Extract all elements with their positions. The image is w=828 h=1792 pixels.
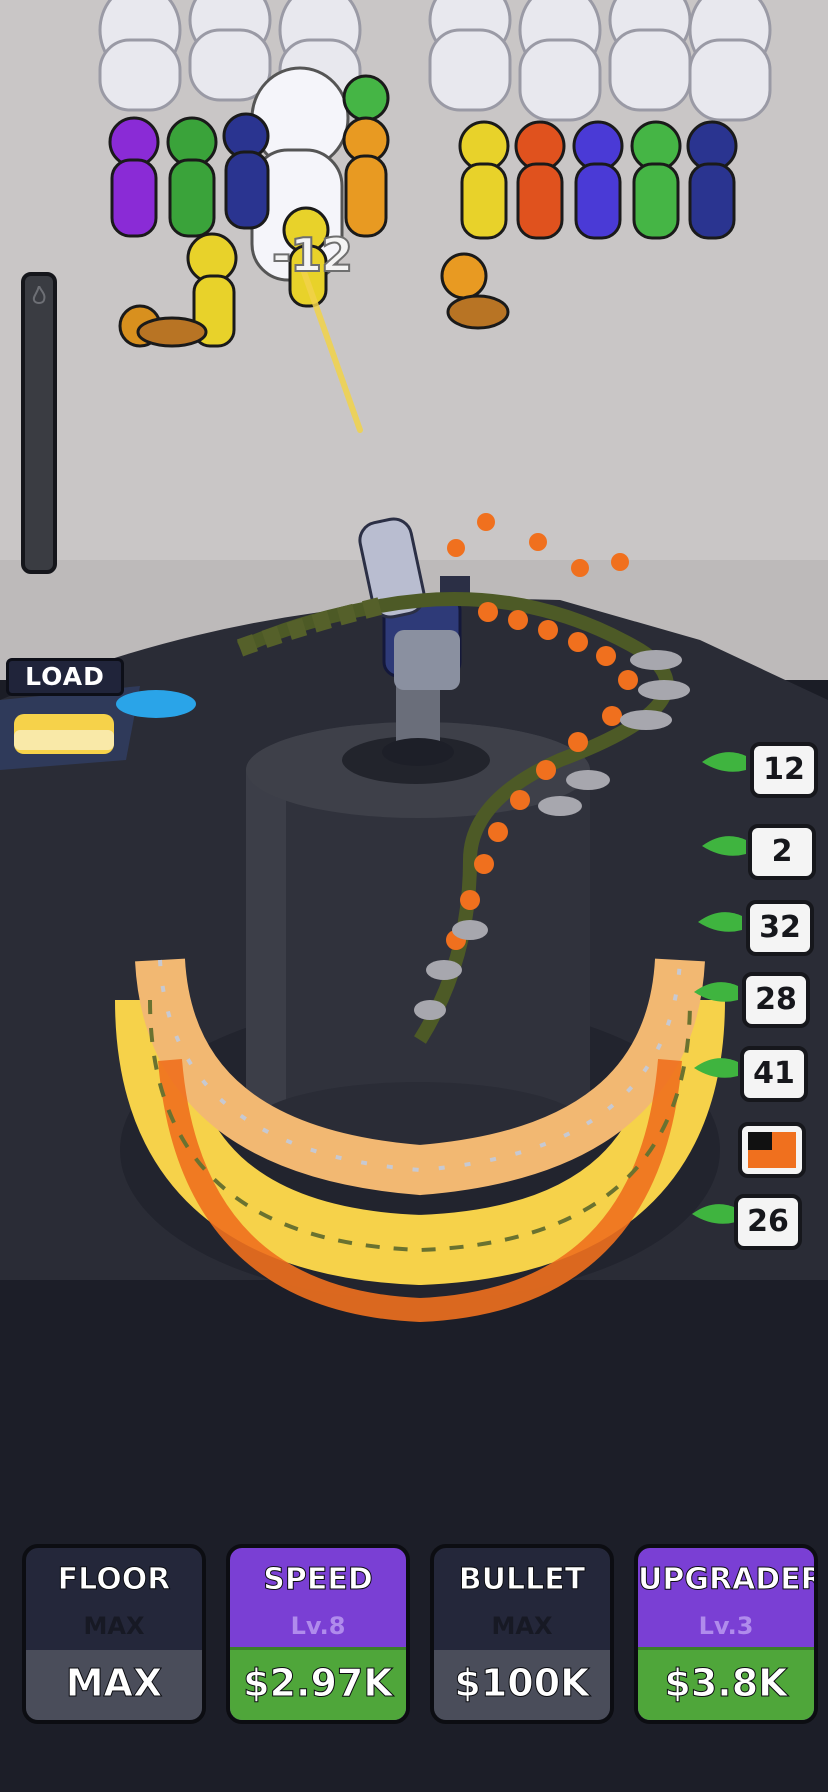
- bullet-counter-3: 32: [746, 900, 814, 956]
- speed-level: Lv.8: [290, 1612, 346, 1640]
- bullet-upgrade-button[interactable]: BULLET MAX $100K: [430, 1544, 614, 1724]
- speed-upgrade-button[interactable]: SPEED Lv.8 $2.97K: [226, 1544, 410, 1724]
- upgrader-upgrade-button[interactable]: UPGRADER Lv.3 $3.8K: [634, 1544, 818, 1724]
- bullet-counter-4: 28: [742, 972, 810, 1028]
- speed-price: $2.97K: [230, 1647, 406, 1720]
- bullet-counter-1: 12: [750, 742, 818, 798]
- speed-title: SPEED: [263, 1562, 373, 1598]
- turret-tower: [246, 722, 590, 1178]
- floor-price: MAX: [26, 1650, 202, 1720]
- upgrader-price: $3.8K: [638, 1647, 814, 1720]
- upgrader-title: UPGRADER: [638, 1562, 818, 1598]
- heat-gauge: [21, 272, 57, 574]
- bullet-counter-2: 2: [748, 824, 816, 880]
- bullet-counter-5: 41: [740, 1046, 808, 1102]
- floor-title: FLOOR: [57, 1562, 171, 1598]
- flag-icon: [738, 1122, 806, 1178]
- flame-icon: [32, 286, 46, 304]
- floor-level: MAX: [83, 1612, 145, 1640]
- game-scene: [0, 0, 828, 1792]
- upgrader-level: Lv.3: [698, 1612, 754, 1640]
- bullet-counter-6: 26: [734, 1194, 802, 1250]
- bullet-level: MAX: [491, 1612, 553, 1640]
- damage-popup: -12: [271, 227, 354, 283]
- floor-upgrade-button[interactable]: FLOOR MAX MAX: [22, 1544, 206, 1724]
- load-label: LOAD: [6, 658, 124, 696]
- bullet-title: BULLET: [458, 1562, 586, 1598]
- bullet-price: $100K: [434, 1650, 610, 1720]
